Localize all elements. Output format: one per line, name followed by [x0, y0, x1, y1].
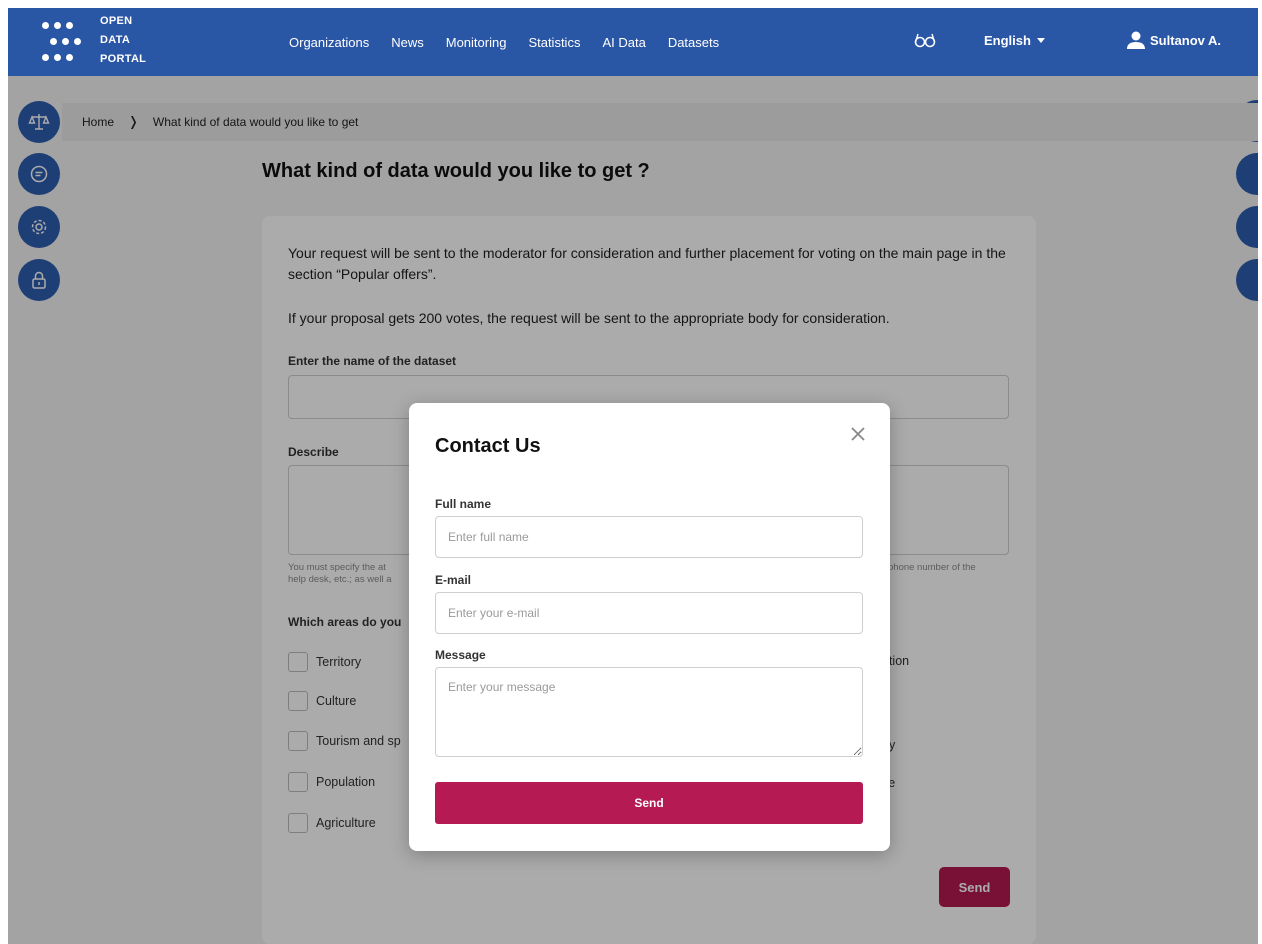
email-label: E-mail [435, 573, 472, 587]
user-icon [1127, 31, 1145, 49]
logo-dot [66, 54, 73, 61]
logo-dot [54, 54, 61, 61]
glasses-icon[interactable] [914, 30, 936, 50]
logo-dot [62, 38, 69, 45]
portal-logo[interactable]: OPEN DATA PORTAL [38, 14, 178, 70]
full-name-label: Full name [435, 497, 492, 511]
logo-dot [42, 22, 49, 29]
close-icon[interactable] [849, 425, 867, 443]
nav-datasets[interactable]: Datasets [668, 35, 719, 50]
language-selector[interactable]: English [984, 33, 1045, 48]
main-nav: Organizations News Monitoring Statistics… [289, 8, 719, 76]
logo-text-line: DATA [100, 34, 131, 46]
nav-statistics[interactable]: Statistics [528, 35, 580, 50]
caret-down-icon [1036, 38, 1045, 43]
logo-dot [50, 38, 57, 45]
modal-send-button[interactable]: Send [435, 782, 863, 824]
browser-viewport: OPEN DATA PORTAL Organizations News Moni… [8, 8, 1258, 944]
logo-text-line: OPEN [100, 15, 133, 27]
logo-dot [54, 22, 61, 29]
modal-title: Contact Us [435, 435, 541, 457]
nav-news[interactable]: News [391, 35, 424, 50]
user-menu[interactable]: Sultanov A. [1126, 28, 1221, 52]
full-name-input[interactable] [435, 516, 863, 558]
top-navbar: OPEN DATA PORTAL Organizations News Moni… [8, 8, 1258, 76]
logo-dot [74, 38, 81, 45]
nav-ai-data[interactable]: AI Data [602, 35, 645, 50]
contact-us-modal: Contact Us Full name E-mail Message Send [409, 403, 890, 851]
logo-dot [66, 22, 73, 29]
logo-text-line: PORTAL [100, 53, 147, 65]
logo-dot [42, 54, 49, 61]
nav-organizations[interactable]: Organizations [289, 35, 369, 50]
message-textarea[interactable] [435, 667, 863, 757]
nav-monitoring[interactable]: Monitoring [446, 35, 507, 50]
message-label: Message [435, 648, 486, 662]
user-name: Sultanov A. [1150, 32, 1222, 48]
language-label: English [984, 33, 1031, 48]
email-input[interactable] [435, 592, 863, 634]
